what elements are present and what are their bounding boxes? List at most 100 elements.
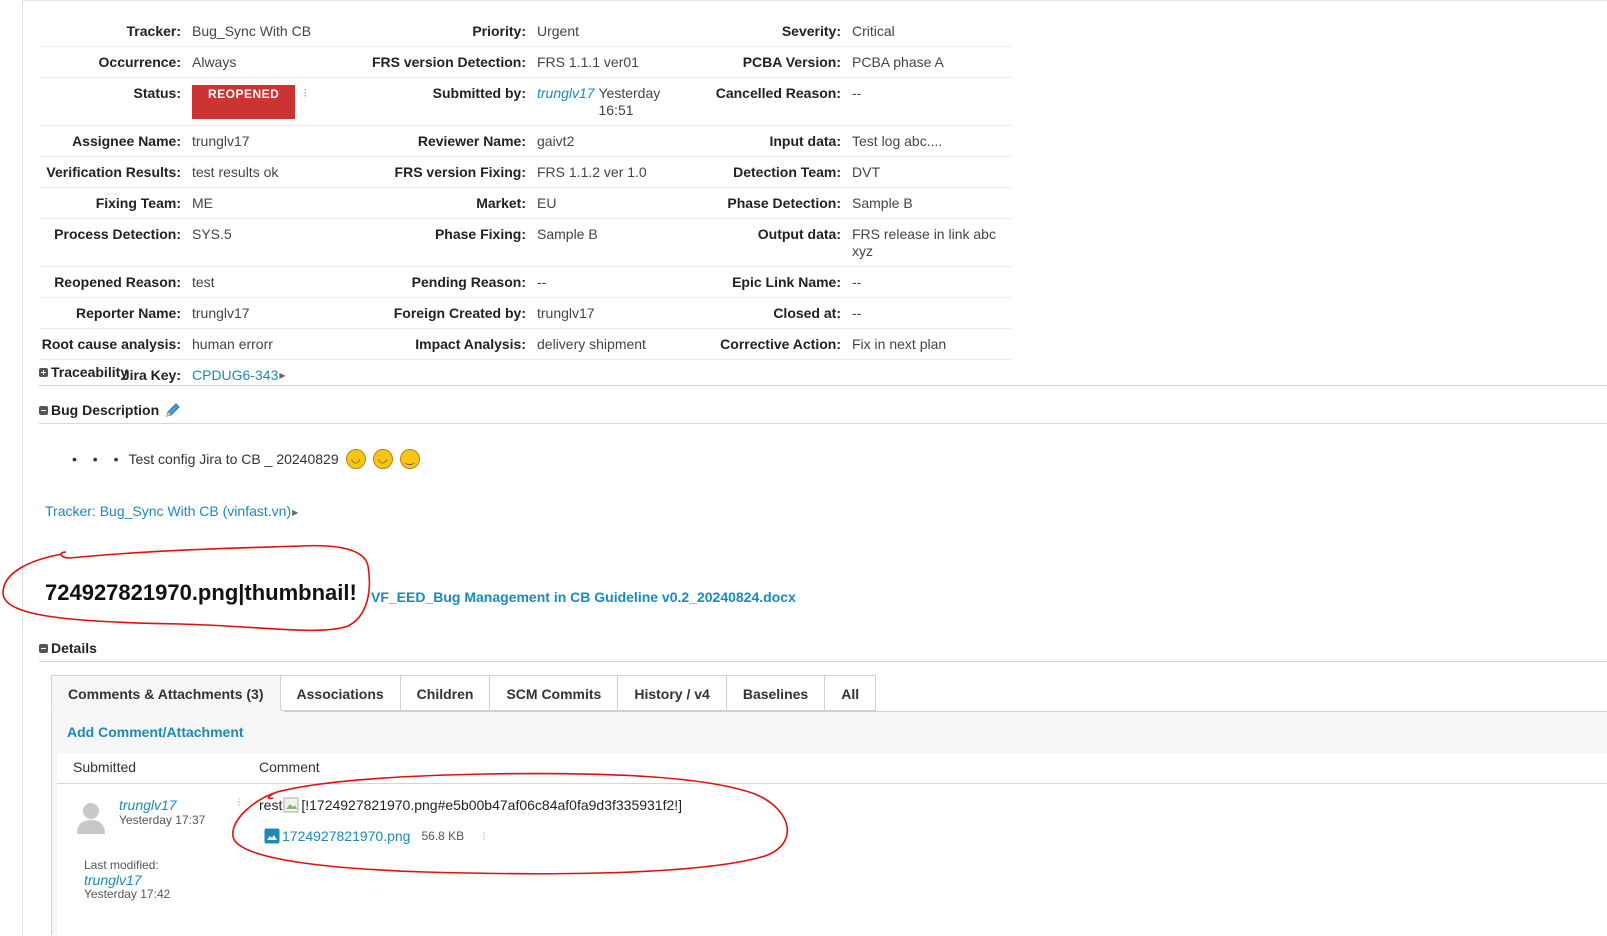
caret-right-icon[interactable]: ▶: [279, 367, 285, 384]
property-label: Closed at:: [773, 305, 841, 321]
property-label: Detection Team:: [733, 164, 841, 180]
phase-detection-value: Sample B: [852, 195, 913, 211]
traceability-section-toggle[interactable]: Traceability: [39, 364, 128, 380]
property-label: Impact Analysis:: [415, 336, 526, 352]
reviewer-value: gaivt2: [537, 133, 575, 149]
property-label: Occurrence:: [98, 54, 181, 70]
submitted-column-header[interactable]: Submitted: [73, 759, 136, 775]
market-value: EU: [537, 195, 557, 211]
tab-all[interactable]: All: [825, 675, 877, 711]
property-row: Status: REOPENED ⁝ Submitted by: trunglv…: [40, 78, 1012, 126]
submitted-time: Yesterday 16:51: [598, 85, 661, 118]
property-row: Process Detection: SYS.5 Phase Fixing: Sam…: [40, 219, 1012, 267]
bullet-markers: • • •: [72, 451, 125, 467]
modified-by-link[interactable]: trunglv17: [84, 872, 142, 888]
details-title: Details: [51, 640, 97, 656]
property-label: Tracker:: [126, 23, 181, 39]
modified-time: Yesterday 17:42: [84, 887, 171, 901]
foreign-created-value: trunglv17: [537, 305, 595, 321]
divider: [39, 385, 1607, 386]
comments-table-header: Submitted Comment: [57, 753, 1607, 784]
edit-pencil-icon[interactable]: [165, 402, 181, 418]
last-modified-label: Last modified:: [84, 858, 159, 872]
collapse-icon: [39, 405, 48, 415]
property-label: Submitted by:: [432, 85, 526, 101]
corrective-action-value: Fix in next plan: [852, 336, 947, 352]
submitter-link[interactable]: trunglv17: [537, 85, 595, 119]
tab-children[interactable]: Children: [400, 675, 491, 711]
assignee-value: trunglv17: [192, 133, 250, 149]
closed-at-value: --: [852, 305, 862, 321]
root-cause-value: human errorr: [192, 336, 273, 352]
input-data-value: Test log abc....: [852, 133, 943, 149]
property-label: Verification Results:: [46, 164, 181, 180]
property-label: Market:: [476, 195, 526, 211]
tab-baselines[interactable]: Baselines: [726, 675, 826, 711]
property-label: Status:: [133, 85, 181, 101]
comment-time: Yesterday 17:37: [119, 813, 206, 827]
attachment-item: 1724927821970.png 56.8 KB ⁝: [264, 828, 486, 844]
property-label: Root cause analysis:: [41, 336, 181, 352]
impact-analysis-value: delivery shipment: [537, 336, 646, 352]
tab-history[interactable]: History / v4: [618, 675, 727, 711]
comment-author-link[interactable]: trunglv17: [119, 797, 177, 813]
property-row: Verification Results: test results ok FRS…: [40, 157, 1012, 188]
description-text: Test config Jira to CB _ 20240829: [128, 451, 339, 467]
property-row: Tracker: Bug_Sync With CB Priority: Urgent…: [40, 16, 1012, 47]
reopened-reason-value: test: [192, 274, 215, 290]
status-menu-icon[interactable]: ⁝: [303, 85, 307, 119]
broken-image-icon: [283, 797, 299, 813]
jira-key-link[interactable]: CPDUG6-343: [192, 367, 278, 384]
occurrence-value: Always: [192, 54, 237, 70]
property-label: Cancelled Reason:: [715, 85, 841, 101]
status-badge[interactable]: REOPENED: [192, 85, 296, 119]
epic-link-value: --: [852, 274, 862, 290]
property-label: Output data:: [757, 226, 841, 242]
document-link[interactable]: VF_EED_Bug Management in CB Guideline v0…: [371, 589, 796, 605]
property-label: Phase Detection:: [727, 195, 841, 211]
attachment-link[interactable]: 1724927821970.png: [282, 828, 410, 844]
divider: [39, 423, 1607, 424]
add-comment-link[interactable]: Add Comment/Attachment: [67, 724, 244, 740]
property-row: Root cause analysis: human errorr Impact …: [40, 329, 1012, 360]
property-label: Pending Reason:: [411, 274, 526, 290]
tab-comments-attachments[interactable]: Comments & Attachments (3): [51, 675, 281, 711]
tracker-link[interactable]: Tracker: Bug_Sync With CB (vinfast.vn)▶: [45, 503, 298, 519]
attachment-size: 56.8 KB: [421, 829, 465, 843]
attachment-menu-icon[interactable]: ⁝: [482, 829, 486, 843]
verification-value: test results ok: [192, 164, 279, 180]
tab-scm-commits[interactable]: SCM Commits: [490, 675, 619, 711]
property-row: Reopened Reason: test Pending Reason: -- E…: [40, 267, 1012, 298]
tracker-value: Bug_Sync With CB: [192, 23, 312, 39]
detection-team-value: DVT: [852, 164, 880, 180]
frs-detection-value: FRS 1.1.1 ver01: [537, 54, 639, 70]
details-section-toggle[interactable]: Details: [39, 640, 97, 656]
property-label: Reporter Name:: [75, 305, 181, 321]
reporter-value: trunglv17: [192, 305, 250, 321]
frs-fixing-value: FRS 1.1.2 ver 1.0: [537, 164, 647, 180]
property-label: Reviewer Name:: [417, 133, 526, 149]
pcba-version-value: PCBA phase A: [852, 54, 944, 70]
traceability-title: Traceability: [51, 364, 129, 380]
property-label: Epic Link Name:: [732, 274, 841, 290]
properties-grid: Tracker: Bug_Sync With CB Priority: Urgent…: [40, 16, 1012, 390]
caret-right-icon[interactable]: ▶: [292, 508, 298, 517]
collapse-icon: [39, 643, 48, 653]
property-label: Fixing Team:: [95, 195, 181, 211]
property-label: Input data:: [769, 133, 841, 149]
property-label: Foreign Created by:: [393, 305, 526, 321]
tab-divider: [284, 711, 1607, 712]
details-tabs: Comments & Attachments (3) Associations …: [51, 675, 877, 711]
comment-menu-icon[interactable]: ⁝: [237, 795, 241, 809]
comment-column-header[interactable]: Comment: [259, 759, 320, 775]
bug-description-section-toggle[interactable]: Bug Description: [39, 402, 181, 418]
property-label: Process Detection:: [54, 226, 181, 242]
avatar: [77, 803, 105, 834]
property-label: Corrective Action:: [720, 336, 841, 352]
output-data-value: FRS release in link abc xyz: [852, 226, 996, 259]
smile-emoji-icon: ‿: [399, 449, 420, 469]
tracker-link-text[interactable]: Tracker: Bug_Sync With CB (vinfast.vn): [45, 503, 291, 519]
bug-description-title: Bug Description: [51, 402, 160, 418]
property-row: Reporter Name: trunglv17 Foreign Created …: [40, 298, 1012, 329]
tab-associations[interactable]: Associations: [280, 675, 401, 711]
